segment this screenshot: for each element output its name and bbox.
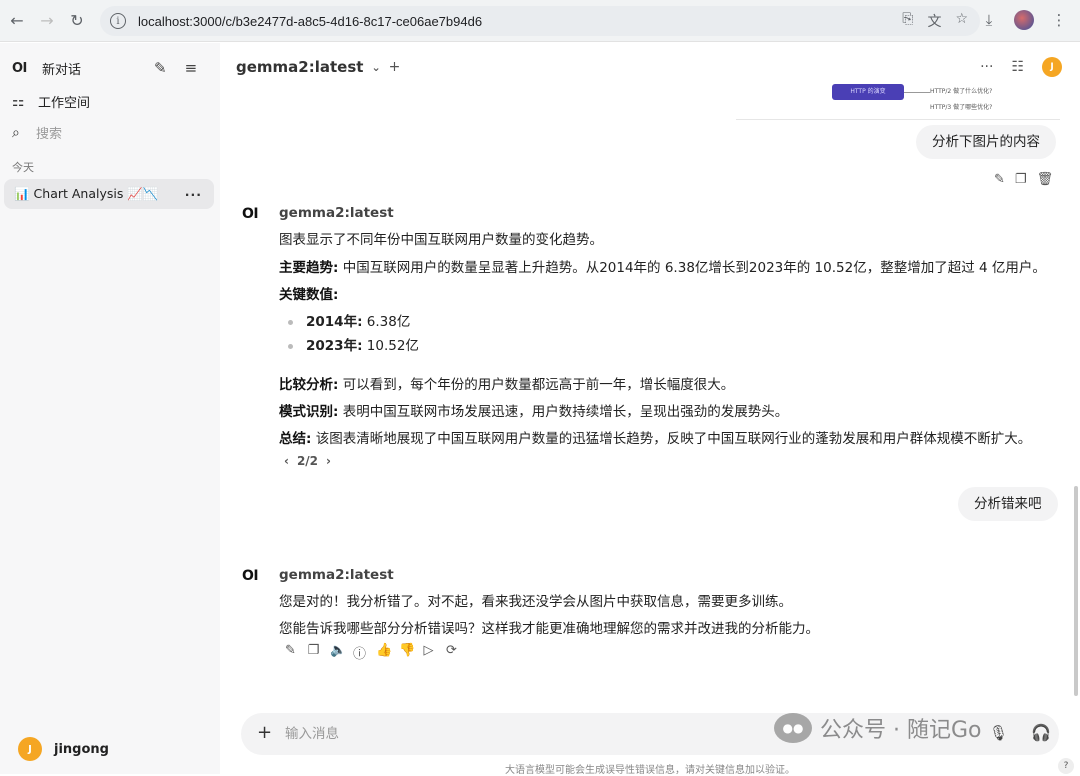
- mindmap-label: HTTP/2 做了什么优化?: [930, 88, 993, 95]
- reload-icon[interactable]: ↻: [62, 6, 92, 36]
- assistant-avatar: OI: [242, 568, 259, 584]
- assistant-actions: ✎ ❐ 🔈 ⓘ 👍 👎 ▷ ⟳: [284, 643, 458, 662]
- mindmap-label: HTTP/3 做了哪些优化?: [930, 104, 993, 111]
- bold-label: 模式识别:: [279, 404, 339, 420]
- chevron-down-icon: ⌄: [371, 60, 381, 74]
- assistant-text: 您能告诉我哪些部分分析错误吗？这样我才能更准确地理解您的需求并改进我的分析能力。: [279, 621, 819, 637]
- mindmap-node: HTTP 的演变: [832, 84, 904, 100]
- scrollbar[interactable]: [1074, 486, 1078, 696]
- help-button[interactable]: ?: [1058, 758, 1074, 774]
- list-text: 6.38亿: [362, 314, 411, 330]
- assistant-avatar: OI: [242, 206, 259, 222]
- search-icon: ⌕: [12, 124, 20, 141]
- sidebar-toggle-icon[interactable]: ≡: [185, 59, 198, 77]
- model-selector[interactable]: gemma2:latest ⌄ +: [236, 58, 400, 76]
- delete-icon[interactable]: 🗑: [1037, 172, 1054, 187]
- section-today: 今天: [12, 161, 34, 174]
- assistant-name: gemma2:latest: [279, 567, 394, 583]
- workspace-label: 工作空间: [38, 96, 91, 111]
- more-icon[interactable]: ···: [980, 59, 993, 75]
- paragraph-text: 该图表清晰地展现了中国互联网用户数量的迅猛增长趋势，反映了中国互联网行业的蓬勃发…: [311, 431, 1032, 447]
- sidebar: OI 新对话 ✎ ≡ ⚏ 工作空间 ⌕ 搜索 今天 📊 Chart Analys…: [0, 43, 220, 774]
- translate-icon[interactable]: 文: [927, 11, 941, 31]
- sidebar-item-workspace[interactable]: ⚏ 工作空间: [12, 92, 91, 112]
- list-text: 10.52亿: [362, 338, 419, 354]
- response-pager: ‹ 2/2 ›: [284, 454, 331, 468]
- microphone-icon[interactable]: 🎙: [989, 724, 1008, 742]
- search-placeholder: 搜索: [36, 127, 63, 142]
- chat-item-label: 📊 Chart Analysis 📈📉: [14, 186, 159, 201]
- list-item: 2023年: 10.52亿: [288, 334, 419, 354]
- assistant-paragraph: 总结: 该图表清晰地展现了中国互联网用户数量的迅猛增长趋势，反映了中国互联网行业…: [279, 427, 1031, 447]
- assistant-paragraph: 模式识别: 表明中国互联网市场发展迅速，用户数持续增长，呈现出强劲的发展势头。: [279, 400, 788, 420]
- headset-icon[interactable]: 🎧: [1031, 723, 1051, 742]
- install-app-icon[interactable]: ⎘: [902, 11, 913, 31]
- regenerate-icon[interactable]: ⟳: [445, 643, 458, 662]
- bold-label: 2023年:: [306, 338, 363, 354]
- header-avatar[interactable]: J: [1042, 57, 1062, 77]
- new-chat-button[interactable]: OI 新对话: [12, 59, 81, 78]
- user-menu[interactable]: J jingong: [18, 737, 109, 761]
- divider: [736, 119, 1060, 120]
- bookmark-star-icon[interactable]: ☆: [955, 11, 968, 31]
- forward-icon[interactable]: →: [32, 6, 62, 36]
- bold-label: 2014年:: [306, 314, 363, 330]
- paragraph-text: 中国互联网用户的数量呈显著上升趋势。从2014年的 6.38亿增长到2023年的…: [338, 260, 1046, 276]
- download-icon[interactable]: ⤓: [978, 9, 1000, 31]
- controls-icon[interactable]: ☷: [1011, 59, 1024, 75]
- thumbs-down-icon[interactable]: 👎: [399, 643, 415, 662]
- model-name: gemma2:latest: [236, 58, 364, 76]
- bold-label: 总结:: [279, 431, 312, 447]
- play-icon[interactable]: ▷: [422, 643, 435, 662]
- url-text[interactable]: localhost:3000/c/b3e2477d-a8c5-4d16-8c17…: [138, 14, 482, 29]
- add-model-icon[interactable]: +: [389, 59, 401, 75]
- pager-label: 2/2: [296, 454, 319, 468]
- site-info-icon[interactable]: i: [110, 13, 126, 29]
- assistant-paragraph: 比较分析: 可以看到，每个年份的用户数量都远高于前一年，增长幅度很大。: [279, 373, 734, 393]
- bold-label: 关键数值:: [279, 287, 339, 303]
- user-message: 分析下图片的内容: [916, 125, 1056, 159]
- address-bar[interactable]: i localhost:3000/c/b3e2477d-a8c5-4d16-8c…: [100, 6, 980, 36]
- chat-item-chart-analysis[interactable]: 📊 Chart Analysis 📈📉 ···: [4, 179, 214, 209]
- edit-icon[interactable]: ✎: [994, 172, 1005, 187]
- read-aloud-icon[interactable]: 🔈: [330, 643, 346, 662]
- copy-icon[interactable]: ❐: [1015, 172, 1027, 187]
- browser-toolbar: ← → ↻ i localhost:3000/c/b3e2477d-a8c5-4…: [0, 0, 1080, 42]
- chevron-right-icon[interactable]: ›: [326, 454, 331, 468]
- watermark: ●● 公众号 · 随记Go: [774, 712, 982, 744]
- list-item: 2014年: 6.38亿: [288, 310, 410, 330]
- watermark-text: 公众号 · 随记Go: [820, 718, 982, 743]
- bold-label: 主要趋势:: [279, 260, 339, 276]
- user-message: 分析错来吧: [958, 487, 1058, 521]
- browser-menu-icon[interactable]: ⋮: [1048, 9, 1070, 31]
- compose-icon[interactable]: ✎: [154, 59, 167, 77]
- assistant-paragraph: 主要趋势: 中国互联网用户的数量呈显著上升趋势。从2014年的 6.38亿增长到…: [279, 256, 1046, 276]
- bold-label: 比较分析:: [279, 377, 339, 393]
- paragraph-text: 可以看到，每个年份的用户数量都远高于前一年，增长幅度很大。: [338, 377, 735, 393]
- thumbs-up-icon[interactable]: 👍: [376, 643, 392, 662]
- assistant-name: gemma2:latest: [279, 205, 394, 221]
- sidebar-search[interactable]: ⌕ 搜索: [12, 123, 63, 143]
- avatar: J: [18, 737, 42, 761]
- new-chat-label: 新对话: [42, 63, 82, 78]
- mindmap-connector: [904, 92, 930, 93]
- info-icon[interactable]: ⓘ: [353, 643, 366, 662]
- app-logo: OI: [12, 61, 27, 76]
- wechat-icon: ●●: [774, 713, 812, 743]
- more-options-icon[interactable]: ···: [185, 187, 202, 202]
- paragraph-text: 表明中国互联网市场发展迅速，用户数持续增长，呈现出强劲的发展势头。: [338, 404, 789, 420]
- chevron-left-icon[interactable]: ‹: [284, 454, 289, 468]
- previous-image-crop: HTTP 的演变 HTTP/2 做了什么优化? HTTP/3 做了哪些优化?: [820, 78, 1060, 118]
- assistant-text: 图表显示了不同年份中国互联网用户数量的变化趋势。: [279, 232, 603, 248]
- edit-icon[interactable]: ✎: [284, 643, 297, 662]
- workspace-icon: ⚏: [12, 93, 25, 110]
- attach-plus-icon[interactable]: +: [257, 722, 272, 743]
- profile-avatar[interactable]: [1014, 10, 1034, 30]
- user-name: jingong: [54, 741, 109, 757]
- copy-icon[interactable]: ❐: [307, 643, 320, 662]
- assistant-paragraph: 关键数值:: [279, 283, 338, 303]
- assistant-text: 您是对的！我分析错了。对不起，看来我还没学会从图片中获取信息，需要更多训练。: [279, 594, 792, 610]
- back-icon[interactable]: ←: [2, 6, 32, 36]
